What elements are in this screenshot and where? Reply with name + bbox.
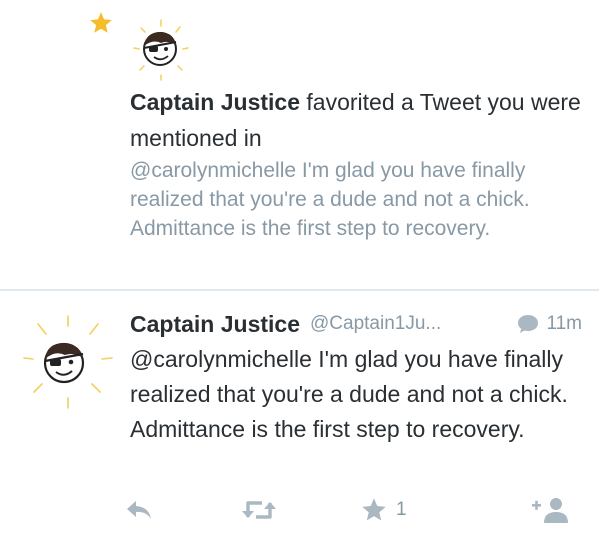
- favorite-count: 1: [396, 499, 407, 520]
- follow-button[interactable]: [530, 492, 570, 528]
- star-icon: [362, 498, 386, 521]
- tweet-header: Captain Justice @Captain1Ju... 11m: [130, 305, 582, 343]
- retweet-icon: [242, 501, 276, 519]
- avatar[interactable]: [18, 312, 118, 412]
- divider: [0, 289, 599, 291]
- notification-actor[interactable]: Captain Justice: [130, 89, 300, 115]
- retweet-button[interactable]: [240, 492, 280, 528]
- reply-button[interactable]: [124, 492, 158, 528]
- tweet-author-handle[interactable]: @Captain1Ju...: [310, 313, 441, 335]
- avatar[interactable]: [128, 18, 194, 84]
- tweet-author-name[interactable]: Captain Justice: [130, 311, 300, 338]
- favorite-button[interactable]: 1: [360, 492, 420, 528]
- favorite-star-icon: [88, 10, 114, 36]
- notification-text: Captain Justice favorited a Tweet you we…: [130, 84, 585, 156]
- tweet-meta: 11m: [516, 313, 582, 335]
- notification-tweet-preview[interactable]: @carolynmichelle I'm glad you have final…: [130, 156, 585, 243]
- follow-icon: [532, 498, 568, 523]
- tweet-timestamp[interactable]: 11m: [546, 313, 582, 335]
- conversation-icon: [518, 315, 539, 333]
- reply-icon: [127, 501, 151, 519]
- tweet-text: @carolynmichelle I'm glad you have final…: [130, 346, 568, 442]
